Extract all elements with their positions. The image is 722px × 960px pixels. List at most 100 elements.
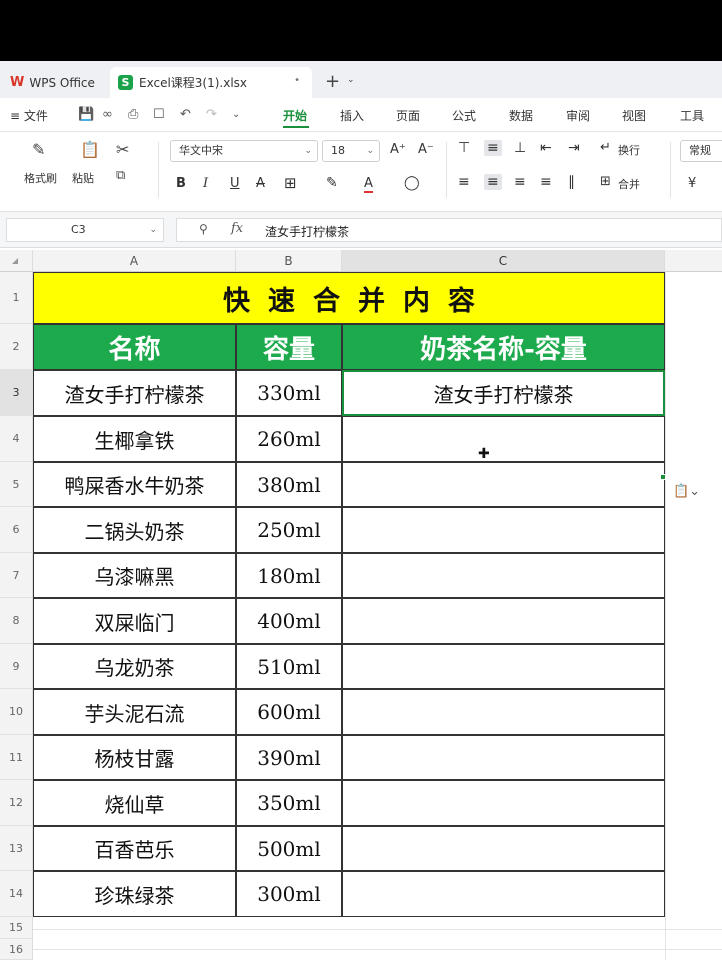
- name-cell[interactable]: 百香芭乐: [33, 826, 236, 871]
- volume-cell[interactable]: 600ml: [236, 689, 342, 735]
- combined-cell-active[interactable]: 渣女手打柠檬茶: [342, 370, 665, 416]
- fill-color-icon[interactable]: ✎: [326, 175, 338, 191]
- distribute-icon[interactable]: ∥: [568, 174, 575, 190]
- volume-cell[interactable]: 180ml: [236, 553, 342, 598]
- combined-cell[interactable]: [342, 507, 665, 553]
- combined-cell[interactable]: [342, 871, 665, 917]
- volume-cell[interactable]: 380ml: [236, 462, 342, 507]
- name-cell[interactable]: 烧仙草: [33, 780, 236, 826]
- name-cell[interactable]: 双屎临门: [33, 598, 236, 644]
- tab-home[interactable]: 开始: [283, 107, 307, 124]
- align-bottom-icon[interactable]: ⊥: [514, 140, 526, 156]
- header-cell-volume[interactable]: 容量: [236, 324, 342, 370]
- combined-cell[interactable]: [342, 598, 665, 644]
- align-right-icon[interactable]: ≡: [514, 174, 526, 190]
- decrease-font-icon[interactable]: A⁻: [418, 142, 434, 157]
- name-cell[interactable]: 乌漆嘛黑: [33, 553, 236, 598]
- formula-input[interactable]: ⚲ fx 渣女手打柠檬茶: [176, 218, 722, 242]
- name-cell[interactable]: 杨枝甘露: [33, 735, 236, 780]
- volume-cell[interactable]: 500ml: [236, 826, 342, 871]
- align-middle-icon[interactable]: ≡: [484, 140, 502, 156]
- format-painter-icon[interactable]: ✎: [32, 140, 45, 159]
- align-top-icon[interactable]: ⊤: [458, 140, 470, 156]
- name-box[interactable]: C3 ⌄: [6, 218, 164, 242]
- name-cell[interactable]: 渣女手打柠檬茶: [33, 370, 236, 416]
- document-tab[interactable]: S Excel课程3(1).xlsx •: [110, 67, 312, 98]
- tab-view[interactable]: 视图: [622, 107, 646, 124]
- header-cell-name[interactable]: 名称: [33, 324, 236, 370]
- combined-cell[interactable]: [342, 644, 665, 689]
- combined-cell[interactable]: [342, 826, 665, 871]
- row-header[interactable]: 6: [0, 507, 33, 553]
- number-format-select[interactable]: 常规: [680, 140, 722, 162]
- merge-label[interactable]: 合并: [618, 176, 640, 192]
- row-header[interactable]: 2: [0, 324, 33, 370]
- redo-icon[interactable]: ↷: [206, 107, 217, 122]
- title-merged-cell[interactable]: 快速合并内容: [33, 272, 665, 324]
- format-painter-label[interactable]: 格式刷: [24, 170, 57, 186]
- row-header[interactable]: 12: [0, 780, 33, 826]
- row-header[interactable]: 16: [0, 939, 33, 960]
- wps-home-tab[interactable]: W WPS Office: [0, 67, 106, 98]
- row-header[interactable]: 15: [0, 917, 33, 939]
- paste-options-icon[interactable]: 📋⌄: [673, 484, 700, 499]
- font-size-select[interactable]: 18 ⌄: [322, 140, 380, 162]
- print-preview-icon[interactable]: ☐: [153, 107, 165, 122]
- align-left-icon[interactable]: ≡: [458, 174, 470, 190]
- indent-increase-icon[interactable]: ⇥: [568, 140, 580, 156]
- merge-icon[interactable]: ⊞: [600, 174, 611, 189]
- justify-icon[interactable]: ≡: [540, 174, 552, 190]
- paste-icon[interactable]: 📋: [80, 140, 100, 159]
- copy-icon[interactable]: ⧉: [116, 168, 125, 183]
- underline-icon[interactable]: U: [230, 176, 240, 191]
- undo-icon[interactable]: ↶: [180, 107, 191, 122]
- clear-format-icon[interactable]: ◯: [404, 175, 420, 191]
- font-color-icon[interactable]: A: [364, 176, 373, 193]
- volume-cell[interactable]: 250ml: [236, 507, 342, 553]
- column-header-b[interactable]: B: [236, 250, 342, 272]
- wrap-text-icon[interactable]: ↵: [600, 140, 611, 155]
- volume-cell[interactable]: 260ml: [236, 416, 342, 462]
- file-menu[interactable]: ≡ 文件: [10, 107, 48, 124]
- name-cell[interactable]: 生椰拿铁: [33, 416, 236, 462]
- paste-label[interactable]: 粘贴: [72, 170, 94, 186]
- font-family-select[interactable]: 华文中宋 ⌄: [170, 140, 318, 162]
- link-icon[interactable]: ∞: [102, 107, 113, 122]
- column-header-d[interactable]: [665, 250, 722, 272]
- currency-icon[interactable]: ¥: [688, 176, 696, 191]
- fx-icon[interactable]: fx: [231, 221, 243, 236]
- wrap-text-label[interactable]: 换行: [618, 142, 640, 158]
- name-cell[interactable]: 珍珠绿茶: [33, 871, 236, 917]
- combined-cell[interactable]: [342, 553, 665, 598]
- quick-access-chevron-icon[interactable]: ⌄: [232, 109, 240, 120]
- row-header[interactable]: 8: [0, 598, 33, 644]
- row-header[interactable]: 11: [0, 735, 33, 780]
- row-header[interactable]: 7: [0, 553, 33, 598]
- volume-cell[interactable]: 300ml: [236, 871, 342, 917]
- tab-tools[interactable]: 工具: [680, 107, 704, 124]
- italic-icon[interactable]: I: [203, 176, 208, 191]
- name-cell[interactable]: 二锅头奶茶: [33, 507, 236, 553]
- row-header[interactable]: 4: [0, 416, 33, 462]
- tab-page[interactable]: 页面: [396, 107, 420, 124]
- cut-icon[interactable]: ✂: [116, 140, 129, 159]
- volume-cell[interactable]: 350ml: [236, 780, 342, 826]
- zoom-search-icon[interactable]: ⚲: [199, 222, 208, 236]
- select-all-corner[interactable]: [0, 250, 33, 272]
- add-tab-icon[interactable]: +: [325, 71, 340, 92]
- column-header-a[interactable]: A: [33, 250, 236, 272]
- combined-cell[interactable]: [342, 416, 665, 462]
- row-header[interactable]: 9: [0, 644, 33, 689]
- fill-handle[interactable]: [660, 474, 666, 480]
- header-cell-combined[interactable]: 奶茶名称-容量: [342, 324, 665, 370]
- save-icon[interactable]: 💾: [78, 107, 94, 122]
- border-icon[interactable]: ⊞: [284, 174, 297, 192]
- combined-cell[interactable]: [342, 689, 665, 735]
- name-cell[interactable]: 芋头泥石流: [33, 689, 236, 735]
- indent-decrease-icon[interactable]: ⇤: [540, 140, 552, 156]
- row-header[interactable]: 3: [0, 370, 33, 416]
- column-header-c[interactable]: C: [342, 250, 665, 272]
- tab-formula[interactable]: 公式: [452, 107, 476, 124]
- combined-cell[interactable]: [342, 462, 665, 507]
- tab-close-icon[interactable]: •: [294, 75, 300, 86]
